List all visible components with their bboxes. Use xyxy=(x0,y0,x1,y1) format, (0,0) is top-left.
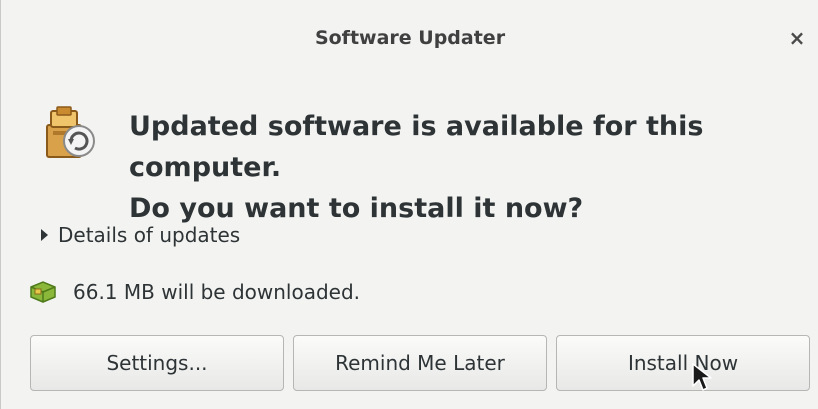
software-updater-window: Software Updater × Updated software is a… xyxy=(0,0,818,409)
title-bar: Software Updater × xyxy=(1,0,818,82)
headline-line-1: Updated software is available for this c… xyxy=(129,111,704,183)
details-label: Details of updates xyxy=(58,223,241,247)
triangle-right-icon xyxy=(41,229,48,241)
download-info: 66.1 MB will be downloaded. xyxy=(29,280,360,304)
package-icon xyxy=(30,281,56,303)
install-now-button[interactable]: Install Now xyxy=(556,335,810,391)
settings-button[interactable]: Settings... xyxy=(30,335,284,391)
software-updater-icon xyxy=(46,106,95,158)
close-button[interactable]: × xyxy=(785,26,809,50)
download-size-text: 66.1 MB will be downloaded. xyxy=(73,280,361,304)
details-expander[interactable]: Details of updates xyxy=(41,223,240,247)
mouse-pointer-icon xyxy=(692,363,712,391)
headline: Updated software is available for this c… xyxy=(129,106,818,229)
window-title: Software Updater xyxy=(314,27,506,49)
remind-me-later-button[interactable]: Remind Me Later xyxy=(293,335,547,391)
